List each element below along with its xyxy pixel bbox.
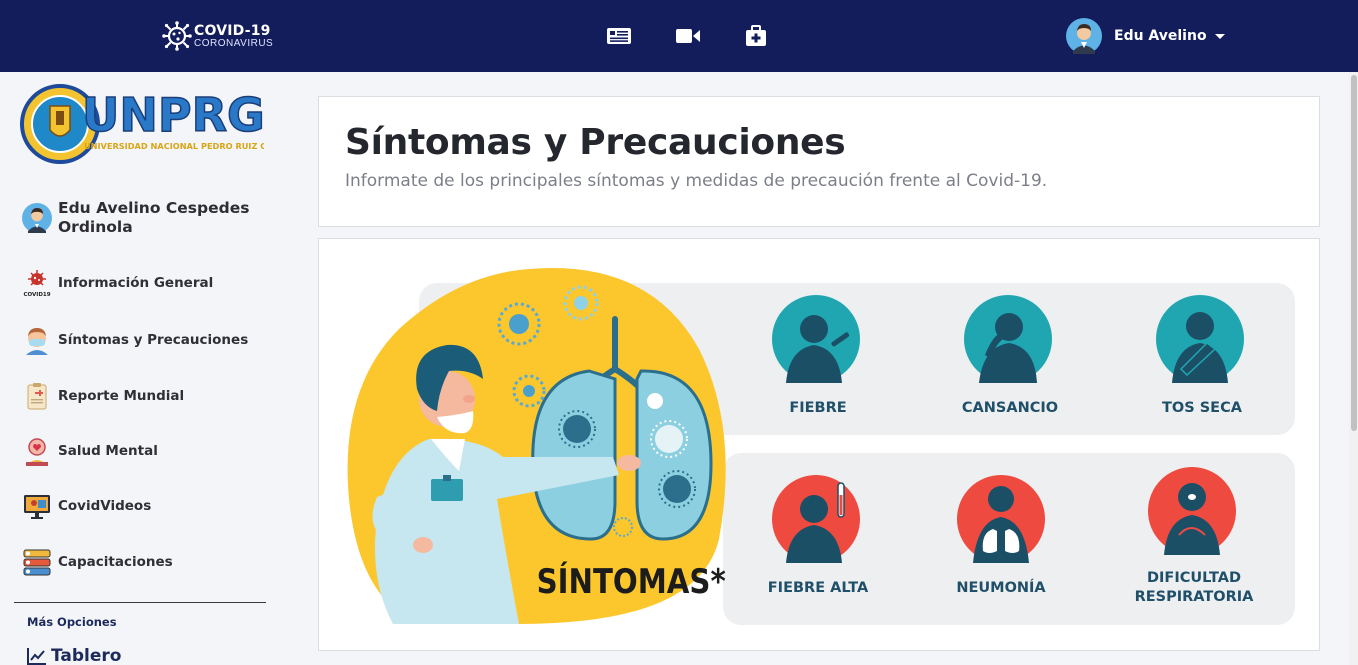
sidebar-profile[interactable]: Edu Avelino Cespedes Ordinola bbox=[22, 199, 258, 237]
symptom-figure-cansancio bbox=[964, 295, 1052, 383]
sidebar-item-label: Información General bbox=[58, 274, 214, 291]
page-header-card: Síntomas y Precauciones Informate de los… bbox=[318, 96, 1320, 227]
symptom-fiebre-alta: FIEBRE ALTA bbox=[733, 579, 903, 598]
tablero-label: Tablero bbox=[51, 646, 122, 665]
sidebar-item-capacitaciones[interactable]: Capacitaciones bbox=[22, 547, 173, 577]
symptom-label: FIEBRE ALTA bbox=[767, 580, 869, 596]
brand-subtitle: CORONAVIRUS bbox=[194, 37, 274, 49]
symptom-figure-neumonia bbox=[957, 475, 1045, 563]
symptom-tos-seca: TOS SECA bbox=[1117, 399, 1287, 418]
symptom-figure-dificultad-respiratoria bbox=[1148, 467, 1236, 555]
sidebar-item-label: Salud Mental bbox=[58, 442, 158, 459]
page-scrollbar-thumb[interactable] bbox=[1351, 75, 1357, 431]
sidebar-item-label: Síntomas y Precauciones bbox=[58, 331, 249, 348]
sidebar: UNPRG UNIVERSIDAD NACIONAL PEDRO RUIZ GA… bbox=[0, 72, 290, 665]
news-icon[interactable] bbox=[604, 22, 634, 50]
symptom-label: DIFICULTAD RESPIRATORIA bbox=[1134, 570, 1254, 605]
sidebar-item-tablero[interactable]: Tablero bbox=[27, 646, 121, 665]
user-avatar-icon bbox=[1066, 18, 1102, 54]
training-list-icon bbox=[22, 547, 52, 577]
symptom-label: CANSANCIO bbox=[961, 400, 1059, 416]
symptom-label: FIEBRE bbox=[789, 400, 847, 416]
symptom-neumonia: NEUMONÍA bbox=[916, 579, 1086, 598]
symptom-cansancio: CANSANCIO bbox=[925, 399, 1095, 418]
sidebar-item-reporte-mundial[interactable]: Reporte Mundial bbox=[22, 381, 184, 411]
video-camera-icon[interactable] bbox=[673, 22, 703, 50]
svg-text:COVID19: COVID19 bbox=[23, 292, 50, 298]
chevron-down-icon bbox=[1214, 33, 1225, 39]
symptoms-infographic-card: SÍNTOMAS* FIEBRE CANSANCIO TOS SECA FIEB… bbox=[318, 238, 1320, 651]
medical-kit-icon[interactable] bbox=[741, 22, 771, 50]
user-menu-dropdown[interactable]: Edu Avelino bbox=[1066, 17, 1225, 55]
mental-health-icon bbox=[22, 436, 52, 466]
more-options-label: Más Opciones bbox=[27, 615, 117, 629]
sidebar-item-label: CovidVideos bbox=[58, 497, 152, 514]
sidebar-divider bbox=[14, 602, 266, 603]
unprg-logo: UNPRG UNIVERSIDAD NACIONAL PEDRO RUIZ GA… bbox=[20, 84, 264, 164]
sidebar-item-label: Reporte Mundial bbox=[58, 387, 185, 404]
svg-text:UNIVERSIDAD NACIONAL PEDRO RUI: UNIVERSIDAD NACIONAL PEDRO RUIZ GALLO bbox=[84, 141, 264, 151]
user-avatar-icon bbox=[22, 203, 52, 233]
line-chart-icon bbox=[27, 648, 46, 665]
sidebar-item-sintomas[interactable]: Síntomas y Precauciones bbox=[22, 325, 248, 355]
clipboard-report-icon bbox=[22, 381, 52, 411]
symptom-figure-fiebre-alta bbox=[772, 475, 860, 563]
page-subtitle: Informate de los principales síntomas y … bbox=[345, 171, 1048, 191]
sidebar-item-label: Capacitaciones bbox=[58, 553, 173, 570]
svg-text:UNPRG: UNPRG bbox=[82, 88, 264, 142]
sidebar-item-covidvideos[interactable]: CovidVideos bbox=[22, 491, 151, 521]
symptom-label: TOS SECA bbox=[1162, 400, 1242, 416]
sidebar-item-informacion-general[interactable]: COVID19 Información General bbox=[22, 268, 213, 298]
user-name: Edu Avelino bbox=[1114, 28, 1207, 44]
page-title: Síntomas y Precauciones bbox=[345, 122, 846, 163]
brand-logo[interactable]: COVID-19 CORONAVIRUS bbox=[162, 13, 282, 59]
symptom-figure-tos-seca bbox=[1156, 295, 1244, 383]
coronavirus-icon bbox=[162, 21, 192, 51]
sidebar-item-salud-mental[interactable]: Salud Mental bbox=[22, 436, 158, 466]
profile-name: Edu Avelino Cespedes Ordinola bbox=[58, 199, 250, 236]
top-navbar: COVID-19 CORONAVIRUS Edu Avelino bbox=[0, 0, 1358, 72]
symptom-dificultad-respiratoria: DIFICULTAD RESPIRATORIA bbox=[1109, 569, 1279, 607]
masked-person-icon bbox=[22, 325, 52, 355]
brand-title: COVID-19 bbox=[194, 22, 271, 39]
symptom-figure-fiebre bbox=[772, 295, 860, 383]
symptom-label: NEUMONÍA bbox=[956, 580, 1046, 596]
infographic-title: SÍNTOMAS* bbox=[537, 561, 726, 602]
symptom-fiebre: FIEBRE bbox=[733, 399, 903, 418]
video-monitor-icon bbox=[22, 491, 52, 521]
covid19-icon: COVID19 bbox=[22, 268, 52, 298]
